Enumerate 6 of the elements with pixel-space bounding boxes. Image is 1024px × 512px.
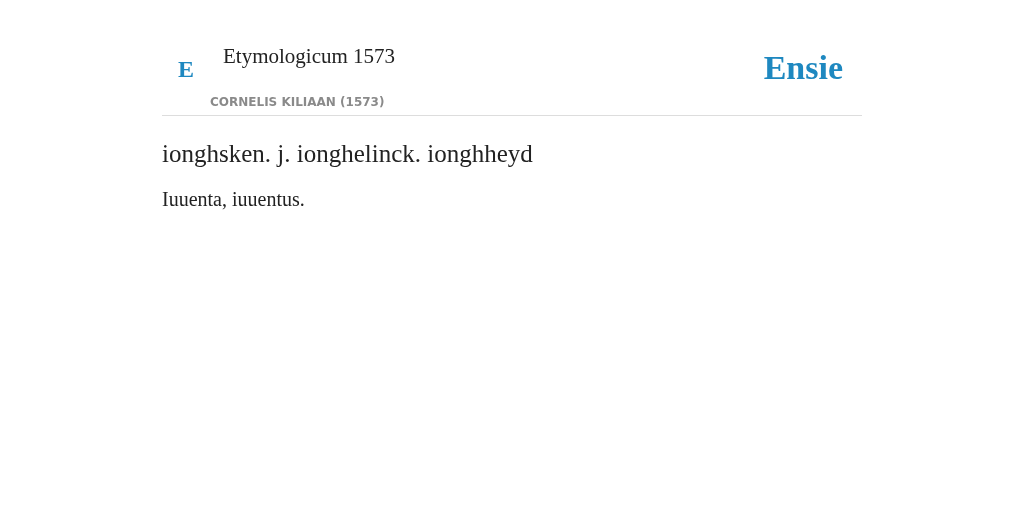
logo-letter: E bbox=[178, 56, 194, 83]
headword: ionghsken. j. ionghelinck. ionghheyd bbox=[162, 140, 534, 168]
definition: Iuuenta, iuuentus. bbox=[162, 188, 306, 211]
author-label: CORNELIS KILIAAN (1573) bbox=[210, 95, 386, 109]
brand-logo[interactable]: Ensie bbox=[763, 49, 843, 87]
dictionary-title: Etymologicum 1573 bbox=[223, 44, 396, 69]
